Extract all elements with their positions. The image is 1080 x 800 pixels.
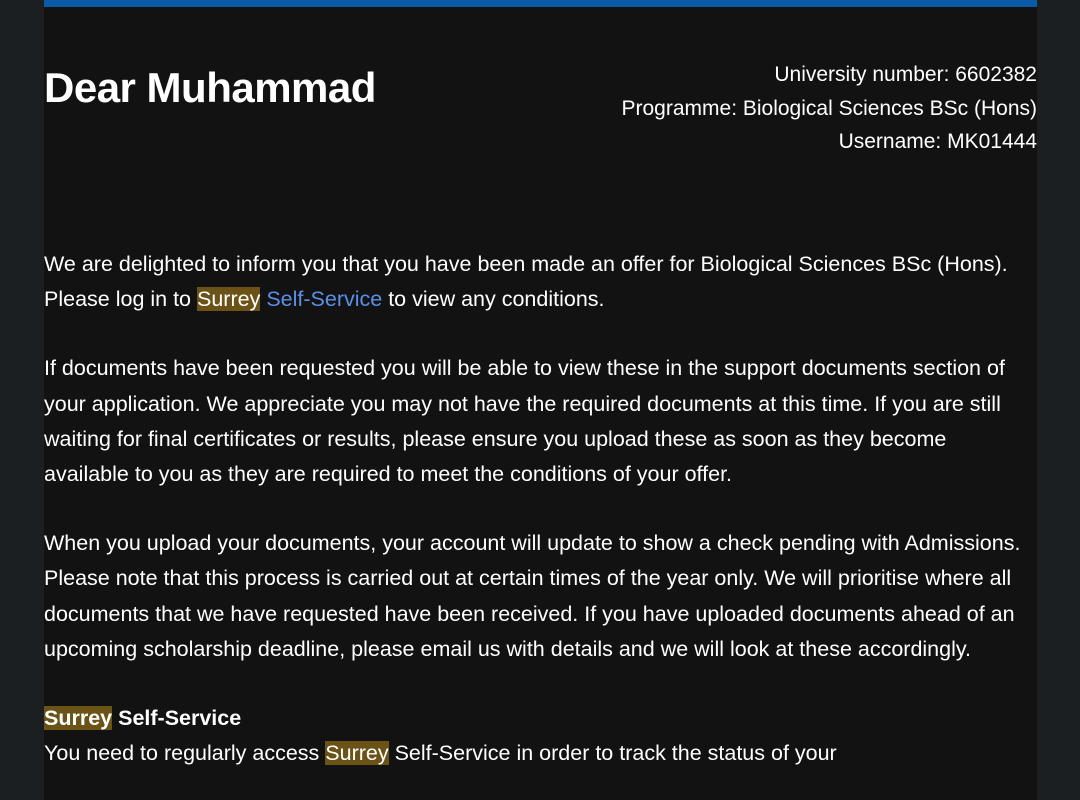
documents-paragraph: If documents have been requested you wil… [44, 356, 1005, 487]
self-service-link[interactable]: Self-Service [266, 287, 382, 311]
username: Username: MK01444 [838, 130, 1037, 153]
search-highlight: Surrey [325, 741, 389, 766]
offer-paragraph: We are delighted to inform you that you … [44, 247, 1037, 317]
programme: Programme: Biological Sciences BSc (Hons… [621, 96, 1038, 120]
greeting-heading: Dear Muhammad [44, 64, 376, 111]
search-highlight: Surrey [44, 706, 113, 731]
email-body: Dear Muhammad University number: 6602382… [44, 0, 1037, 800]
message-content: We are delighted to inform you that you … [44, 247, 1037, 771]
section-title-text: Self-Service [112, 706, 242, 731]
self-service-paragraph: You need to regularly access Surrey Self… [44, 741, 837, 766]
university-number: University number: 6602382 [774, 63, 1037, 86]
search-highlight: Surrey [197, 287, 261, 312]
self-service-section-title: Surrey Self-Service [44, 701, 1037, 736]
applicant-details: University number: 6602382 Programme: Bi… [622, 58, 1038, 159]
offer-text-end: to view any conditions. [382, 287, 605, 312]
header-accent-bar [44, 0, 1037, 7]
upload-paragraph: When you upload your documents, your acc… [44, 531, 1021, 661]
